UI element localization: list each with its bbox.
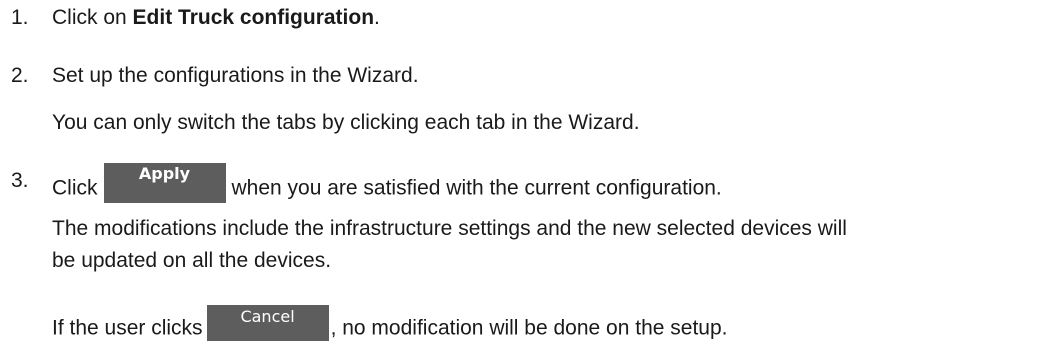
menu-item-reference: Edit Truck configuration [132,6,375,29]
step-text-suffix: when you are satisfied with the current … [231,176,722,200]
step-note: You can only switch the tabs by clicking… [52,111,640,134]
cancel-button-image: Cancel [206,305,329,341]
apply-button-image: Apply [103,163,226,203]
step-text-prefix: Click [52,176,98,200]
cancel-note-suffix: , no modification will be done on the se… [330,316,728,340]
step-text: Click on Edit Truck configuration. [52,6,380,30]
step-note: be updated on all the devices. [52,249,332,272]
cancel-note-prefix: If the user clicks [52,316,203,340]
step-number: 2. [11,64,29,87]
step-number: 1. [11,6,29,29]
step-text: ClickApplywhen you are satisfied with th… [52,163,722,209]
step-text: Set up the configurations in the Wizard. [52,64,419,87]
step-text-suffix: . [374,6,380,29]
step-note: The modifications include the infrastruc… [52,217,847,240]
cancel-note: If the user clicksCancel, no modificatio… [52,305,728,347]
step-text-prefix: Click on [52,6,133,29]
step-number: 3. [11,169,29,192]
